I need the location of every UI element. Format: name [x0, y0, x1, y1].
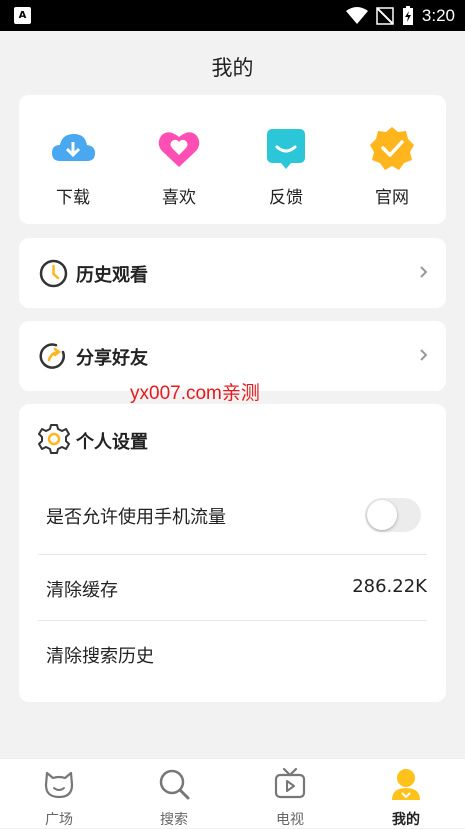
cache-size-value: 286.22K — [352, 576, 427, 597]
feedback-icon — [267, 129, 305, 169]
status-bar: A 3:20 — [0, 0, 465, 31]
settings-card: 个人设置 是否允许使用手机流量 清除缓存 286.22K 清除搜索历史 — [19, 404, 446, 702]
mobile-data-row: 是否允许使用手机流量 — [38, 482, 427, 548]
search-icon — [159, 769, 190, 800]
clear-search-history-row[interactable]: 清除搜索历史 — [38, 621, 427, 687]
tab-label: 搜索 — [160, 812, 188, 828]
download-cloud-icon — [52, 134, 95, 161]
page-title: 我的 — [211, 56, 254, 80]
clear-search-history-label: 清除搜索历史 — [46, 646, 154, 667]
quick-action-label: 反馈 — [269, 188, 303, 208]
settings-title: 个人设置 — [76, 432, 148, 453]
tab-search[interactable]: 搜索 — [134, 767, 214, 829]
app-notification-icon: A — [14, 7, 31, 24]
heart-icon — [158, 132, 200, 167]
tab-label: 我的 — [392, 812, 420, 828]
chevron-right-icon — [420, 349, 428, 361]
tv-icon — [274, 767, 306, 799]
tab-label: 广场 — [45, 812, 73, 828]
clear-cache-row[interactable]: 清除缓存 286.22K — [38, 555, 427, 621]
quick-action-official-site[interactable]: 官网 — [352, 125, 432, 208]
mobile-data-label: 是否允许使用手机流量 — [46, 507, 226, 528]
quick-action-label: 喜欢 — [162, 188, 196, 208]
share-icon — [39, 343, 65, 369]
status-time: 3:20 — [421, 6, 455, 25]
no-signal-icon — [376, 7, 394, 25]
bottom-tab-bar: 广场 搜索 电视 我的 — [0, 758, 465, 828]
tab-square[interactable]: 广场 — [19, 767, 99, 829]
share-label: 分享好友 — [76, 348, 148, 369]
mobile-data-toggle[interactable] — [365, 498, 421, 532]
tab-profile[interactable]: 我的 — [366, 767, 446, 829]
clock-icon — [39, 259, 68, 288]
quick-action-like[interactable]: 喜欢 — [139, 125, 219, 208]
tab-label: 电视 — [276, 812, 304, 828]
watermark-text: yx007.com亲测 — [130, 383, 260, 404]
wifi-icon — [345, 7, 368, 24]
gear-icon — [38, 424, 70, 454]
profile-icon — [392, 769, 420, 800]
quick-actions-card: 下载 喜欢 反馈 官网 — [19, 95, 446, 224]
toggle-knob — [367, 500, 397, 530]
official-site-icon — [370, 127, 414, 170]
quick-action-feedback[interactable]: 反馈 — [246, 125, 326, 208]
quick-action-label: 官网 — [375, 188, 409, 208]
battery-charging-icon — [402, 6, 413, 25]
history-row[interactable]: 历史观看 — [19, 238, 446, 308]
quick-action-download[interactable]: 下载 — [33, 125, 113, 208]
tab-tv[interactable]: 电视 — [250, 767, 330, 829]
square-cat-icon — [44, 771, 74, 799]
chevron-right-icon — [420, 266, 428, 278]
history-label: 历史观看 — [76, 265, 148, 286]
quick-action-label: 下载 — [56, 188, 90, 208]
clear-cache-label: 清除缓存 — [46, 580, 118, 601]
